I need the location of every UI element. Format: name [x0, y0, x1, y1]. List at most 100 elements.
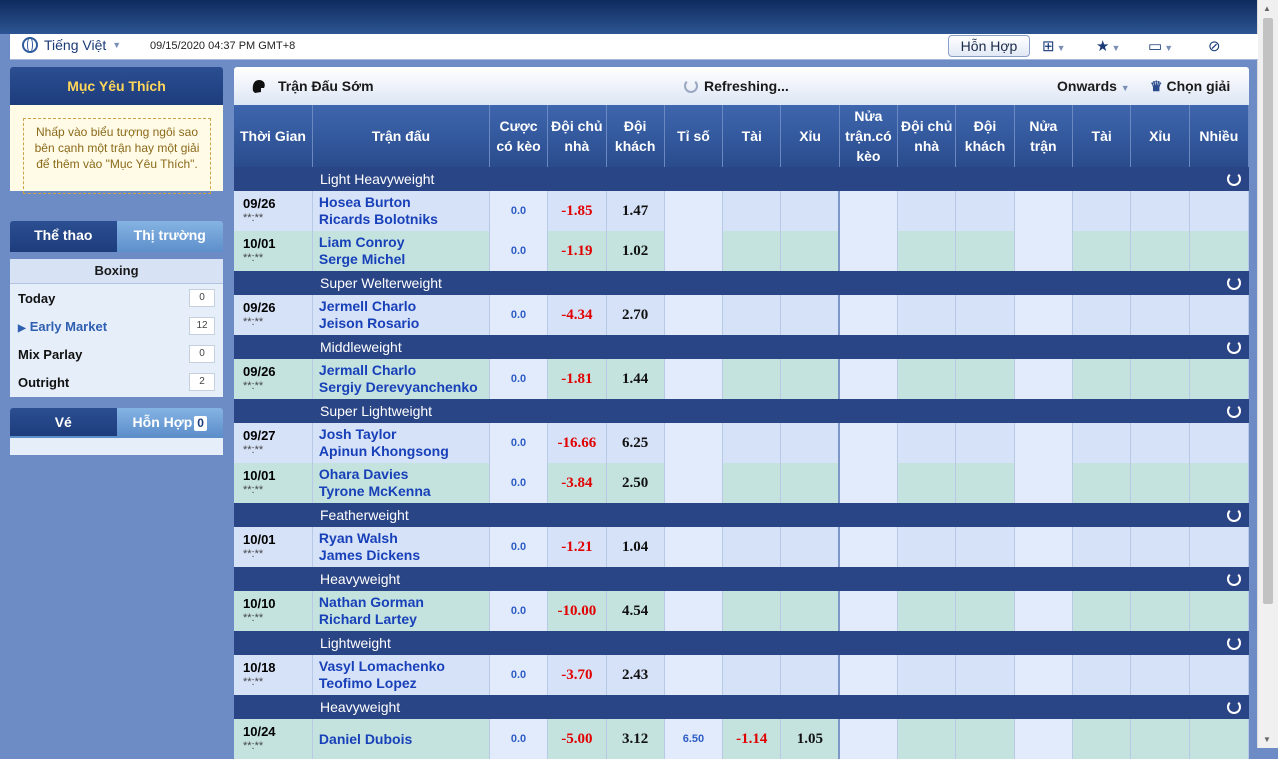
away-odds[interactable]: 6.25 — [606, 423, 665, 463]
half-odds[interactable] — [1014, 463, 1074, 503]
half-away-odds[interactable] — [955, 591, 1015, 631]
refresh-icon[interactable] — [1226, 508, 1241, 522]
under-odds[interactable] — [780, 191, 840, 231]
score-odds[interactable] — [664, 295, 724, 335]
half-away-odds[interactable] — [955, 231, 1015, 271]
refresh-icon[interactable] — [1226, 172, 1241, 186]
over-odds[interactable] — [722, 423, 782, 463]
over-odds[interactable] — [722, 527, 782, 567]
market-item-outright[interactable]: Outright 2 — [10, 368, 223, 396]
language-selector[interactable]: Tiếng Việt ▼ — [22, 37, 121, 53]
half-over-odds[interactable] — [1072, 423, 1132, 463]
market-item-mix-parlay[interactable]: Mix Parlay 0 — [10, 340, 223, 368]
under-odds[interactable] — [780, 231, 840, 271]
match-teams[interactable]: Josh Taylor Apinun Khongsong — [312, 423, 490, 463]
more-odds[interactable] — [1189, 359, 1250, 399]
score-odds[interactable] — [664, 231, 724, 271]
home-odds[interactable]: -1.21 — [547, 527, 607, 567]
half-odds[interactable] — [1014, 423, 1074, 463]
refresh-icon[interactable] — [1226, 340, 1241, 354]
tab-mixed[interactable]: Hỗn Hợp 0 — [116, 408, 223, 436]
half-over-odds[interactable] — [1072, 655, 1132, 695]
more-odds[interactable] — [1189, 527, 1250, 567]
match-teams[interactable]: Ryan Walsh James Dickens — [312, 527, 490, 567]
hdp-odds[interactable]: 0.0 — [489, 191, 549, 231]
over-odds[interactable] — [722, 359, 782, 399]
over-odds[interactable]: -1.14 — [722, 719, 782, 759]
away-odds[interactable]: 3.12 — [606, 719, 665, 759]
over-odds[interactable] — [722, 463, 782, 503]
hdp-odds[interactable]: 0.0 — [489, 591, 549, 631]
hdp-odds[interactable]: 0.0 — [489, 527, 549, 567]
half-hdp-odds[interactable] — [838, 527, 899, 567]
more-odds[interactable] — [1189, 231, 1250, 271]
hdp-odds[interactable]: 0.0 — [489, 423, 549, 463]
half-home-odds[interactable] — [897, 655, 957, 695]
half-home-odds[interactable] — [897, 591, 957, 631]
score-odds[interactable] — [664, 591, 724, 631]
match-teams[interactable]: Daniel Dubois — [312, 719, 490, 759]
hdp-odds[interactable]: 0.0 — [489, 231, 549, 271]
half-home-odds[interactable] — [897, 423, 957, 463]
home-odds[interactable]: -1.81 — [547, 359, 607, 399]
score-odds[interactable] — [664, 463, 724, 503]
half-over-odds[interactable] — [1072, 191, 1132, 231]
home-odds[interactable]: -16.66 — [547, 423, 607, 463]
layout-icon[interactable]: ▭ ▼ — [1148, 37, 1173, 55]
half-over-odds[interactable] — [1072, 527, 1132, 567]
home-odds[interactable]: -3.70 — [547, 655, 607, 695]
match-teams[interactable]: Nathan Gorman Richard Lartey — [312, 591, 490, 631]
half-hdp-odds[interactable] — [838, 231, 899, 271]
half-hdp-odds[interactable] — [838, 359, 899, 399]
under-odds[interactable] — [780, 359, 840, 399]
half-odds[interactable] — [1014, 719, 1074, 759]
score-odds[interactable] — [664, 191, 724, 231]
score-odds[interactable]: 6.50 — [664, 719, 724, 759]
more-odds[interactable] — [1189, 191, 1250, 231]
under-odds[interactable] — [780, 463, 840, 503]
market-item-today[interactable]: Today 0 — [10, 284, 223, 312]
tab-ticket[interactable]: Vé — [10, 408, 117, 436]
half-under-odds[interactable] — [1130, 719, 1190, 759]
half-under-odds[interactable] — [1130, 527, 1190, 567]
half-odds[interactable] — [1014, 591, 1074, 631]
add-icon[interactable]: ⊞ ▼ — [1042, 37, 1066, 55]
page-scrollbar[interactable]: ▲ ▼ — [1257, 0, 1278, 748]
half-away-odds[interactable] — [955, 463, 1015, 503]
refresh-icon[interactable] — [1226, 572, 1241, 586]
half-hdp-odds[interactable] — [838, 295, 899, 335]
home-odds[interactable]: -10.00 — [547, 591, 607, 631]
refresh-button[interactable]: Refreshing... — [684, 78, 789, 94]
half-under-odds[interactable] — [1130, 191, 1190, 231]
half-under-odds[interactable] — [1130, 463, 1190, 503]
half-odds[interactable] — [1014, 231, 1074, 271]
tab-markets[interactable]: Thị trường — [116, 221, 223, 252]
onwards-dropdown[interactable]: Onwards ▼ — [1057, 78, 1130, 94]
hdp-odds[interactable]: 0.0 — [489, 719, 549, 759]
half-away-odds[interactable] — [955, 423, 1015, 463]
half-odds[interactable] — [1014, 359, 1074, 399]
under-odds[interactable] — [780, 655, 840, 695]
half-away-odds[interactable] — [955, 655, 1015, 695]
half-away-odds[interactable] — [955, 527, 1015, 567]
half-under-odds[interactable] — [1130, 231, 1190, 271]
half-away-odds[interactable] — [955, 191, 1015, 231]
away-odds[interactable]: 1.44 — [606, 359, 665, 399]
over-odds[interactable] — [722, 191, 782, 231]
half-hdp-odds[interactable] — [838, 191, 899, 231]
score-odds[interactable] — [664, 527, 724, 567]
half-over-odds[interactable] — [1072, 591, 1132, 631]
home-odds[interactable]: -1.19 — [547, 231, 607, 271]
half-home-odds[interactable] — [897, 359, 957, 399]
refresh-icon[interactable] — [1226, 636, 1241, 650]
more-odds[interactable] — [1189, 719, 1250, 759]
half-under-odds[interactable] — [1130, 359, 1190, 399]
select-league-button[interactable]: ♛ Chọn giải — [1150, 78, 1230, 95]
half-under-odds[interactable] — [1130, 655, 1190, 695]
half-away-odds[interactable] — [955, 359, 1015, 399]
half-over-odds[interactable] — [1072, 463, 1132, 503]
away-odds[interactable]: 4.54 — [606, 591, 665, 631]
score-odds[interactable] — [664, 423, 724, 463]
half-hdp-odds[interactable] — [838, 591, 899, 631]
match-teams[interactable]: Hosea Burton Ricards Bolotniks — [312, 191, 490, 231]
